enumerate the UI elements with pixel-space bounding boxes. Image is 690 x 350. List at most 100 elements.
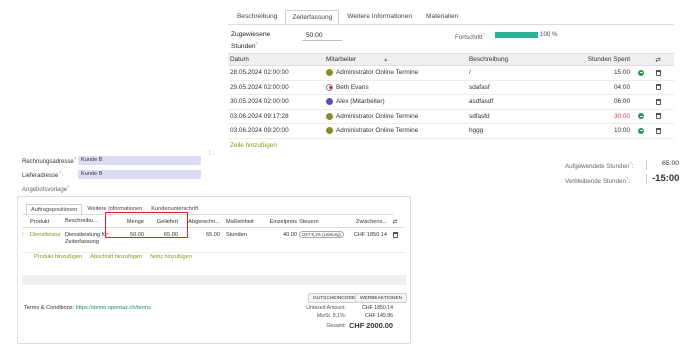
remaining-hours-value: -15:00: [652, 173, 680, 184]
tab-description[interactable]: Beschreibung: [231, 10, 283, 24]
timesheet-header: Datum Mitarbeiter ▲ Beschreibung Stunden …: [228, 53, 674, 66]
delete-icon[interactable]: [655, 98, 661, 105]
progress-fill: [495, 32, 538, 38]
delivery-address-field[interactable]: Kunde B: [78, 170, 201, 179]
status-icon[interactable]: [638, 113, 644, 120]
add-section-link[interactable]: Abschnitt hinzufügen: [90, 254, 142, 260]
quantity-delivered-highlight: [105, 212, 188, 238]
order-lines-header: Produkt Beschreibu... Menge Geliefert Ab…: [22, 216, 405, 228]
allocated-hours-field[interactable]: 50:00: [302, 32, 342, 41]
row-hours: 06:00: [614, 98, 630, 106]
timesheet-row[interactable]: 03.06.2024 09:17:28 Administrator Online…: [228, 110, 674, 124]
untaxed-value: CHF 1850.14: [362, 305, 393, 311]
avatar: [326, 69, 333, 77]
row-date: 03.06.2024 09:17:28: [230, 112, 289, 120]
timesheet-row[interactable]: 29.05.2024 02:00:00 Beth Evans sdafasf 0…: [228, 81, 674, 95]
total-label: Gesamt:: [326, 323, 346, 329]
row-employee: Administrator Online Termine: [336, 127, 419, 135]
status-icon[interactable]: [638, 127, 644, 134]
order-lines-panel: Auftragspositionen Weitere Informationen…: [17, 196, 411, 344]
tabs-divider: [22, 214, 394, 215]
row-description: asdfasdf: [469, 98, 494, 106]
row-date: 29.05.2024 02:00:00: [230, 83, 289, 91]
delete-icon[interactable]: [655, 84, 661, 91]
remaining-hours-label: Verbleibende Stunden?:: [565, 176, 631, 186]
row-description: /: [469, 69, 471, 77]
add-line-link[interactable]: Zeile hinzufügen: [230, 142, 277, 149]
row-date: 03.06.2024 09:20:00: [230, 127, 289, 135]
line-product[interactable]: Dienstleistung für Zeiterfassung: [28, 232, 61, 238]
terms-and-conditions: Terms & Conditions: https://demo.opentaz…: [24, 305, 151, 311]
timesheet-table: Datum Mitarbeiter ▲ Beschreibung Stunden …: [228, 53, 674, 139]
column-hours-spent[interactable]: Stunden Spent: [577, 56, 634, 63]
row-hours: 10:00: [614, 127, 630, 135]
row-hours: 04:00: [614, 83, 630, 91]
column-taxes[interactable]: Steuern: [299, 219, 345, 225]
line-unit[interactable]: Stunden: [223, 232, 263, 238]
terms-link[interactable]: https://demo.opentaz.ch/terms: [76, 305, 151, 311]
order-lines-table: Produkt Beschreibu... Menge Geliefert Ab…: [22, 216, 405, 253]
row-description: sdafasf: [469, 83, 490, 91]
timesheet-row[interactable]: 28.05.2024 02:00:00 Administrator Online…: [228, 66, 674, 81]
avatar: [326, 112, 333, 120]
resize-handle-icon[interactable]: ⁞: [209, 151, 211, 157]
progress-value: 100 %: [540, 31, 558, 38]
avatar: [326, 83, 333, 91]
progress-label: Fortschritt?: [455, 32, 486, 42]
vat-value: CHF 149.86: [365, 313, 393, 319]
column-settings-icon[interactable]: ⇄: [648, 56, 668, 64]
offer-template-label: Angebotsvorlage?: [22, 184, 70, 193]
column-settings-icon[interactable]: ⇄: [390, 219, 400, 225]
delete-icon[interactable]: [655, 69, 661, 76]
delivery-address-label: Lieferadresse?: [22, 170, 61, 179]
row-employee: Alex (Mitarbeiter): [336, 98, 385, 106]
row-description: sdfasfd: [469, 112, 490, 120]
row-description: hggg: [469, 127, 484, 135]
line-subtotal: CHF 1850.14: [353, 232, 387, 238]
column-description[interactable]: Beschreibung: [469, 56, 577, 63]
timesheet-panel: Beschreibung Zeiterfassung Weitere Infor…: [222, 0, 690, 200]
add-product-link[interactable]: Produkt hinzufügen: [34, 254, 82, 260]
order-line-actions: Produkt hinzufügen Abschnitt hinzufügen …: [34, 254, 192, 260]
task-tabs: Beschreibung Zeiterfassung Weitere Infor…: [231, 10, 464, 24]
column-date[interactable]: Datum: [228, 56, 326, 63]
timesheet-row[interactable]: 30.05.2024 02:00:00 Alex (Mitarbeiter) a…: [228, 95, 674, 110]
add-note-link[interactable]: Notiz hinzufügen: [150, 254, 192, 260]
untaxed-label: Untaxed Amount:: [306, 305, 346, 311]
avatar: [326, 127, 333, 135]
row-employee: Administrator Online Termine: [336, 69, 419, 77]
row-employee: Administrator Online Termine: [336, 112, 419, 120]
tab-materials[interactable]: Materialien: [420, 10, 464, 24]
delete-icon[interactable]: [655, 127, 661, 134]
delete-icon[interactable]: [655, 113, 661, 120]
row-employee: Beth Evans: [336, 83, 369, 91]
row-hours: 15:00: [614, 69, 630, 77]
delete-icon[interactable]: [392, 232, 398, 238]
column-unit[interactable]: Maßeinheit: [223, 219, 263, 225]
coupon-code-button[interactable]: GUTSCHEINCODE: [308, 293, 361, 303]
order-line-row[interactable]: ⁝ Dienstleistung für Zeiterfassung Diens…: [22, 228, 405, 253]
allocated-hours-label: Zugewiesene Stunden?: [231, 31, 271, 51]
status-icon[interactable]: [638, 69, 644, 76]
column-employee[interactable]: Mitarbeiter ▲: [326, 56, 469, 63]
hours-spent-value: 65:00: [662, 160, 680, 167]
billing-address-field[interactable]: Kunde B: [78, 156, 201, 165]
column-unit-price[interactable]: Einzelpreis: [263, 219, 299, 225]
progress-bar: [495, 32, 538, 38]
tax-tag[interactable]: UST 8,1% (Leistung): [299, 231, 344, 238]
tab-more-info[interactable]: Weitere Informationen: [341, 10, 418, 24]
row-date: 28.05.2024 02:00:00: [230, 69, 289, 77]
divider: [646, 160, 647, 170]
line-unit-price[interactable]: 40.00: [263, 232, 299, 238]
empty-row-bar: [22, 275, 406, 285]
sort-arrow-icon: ▲: [383, 56, 389, 63]
promotions-button[interactable]: WERBEAKTIONEN: [355, 293, 408, 303]
column-subtotal[interactable]: Zwischens...: [345, 219, 390, 225]
tab-timesheet[interactable]: Zeiterfassung: [285, 10, 340, 24]
timesheet-row[interactable]: 03.06.2024 09:20:00 Administrator Online…: [228, 124, 674, 139]
column-product[interactable]: Produkt: [28, 219, 61, 225]
billing-address-label: Rechnungsadresse?: [22, 156, 77, 165]
vat-label: MwSt. 8,1%:: [316, 313, 346, 319]
row-date: 30.05.2024 02:00:00: [230, 98, 289, 106]
divider: [646, 174, 647, 184]
